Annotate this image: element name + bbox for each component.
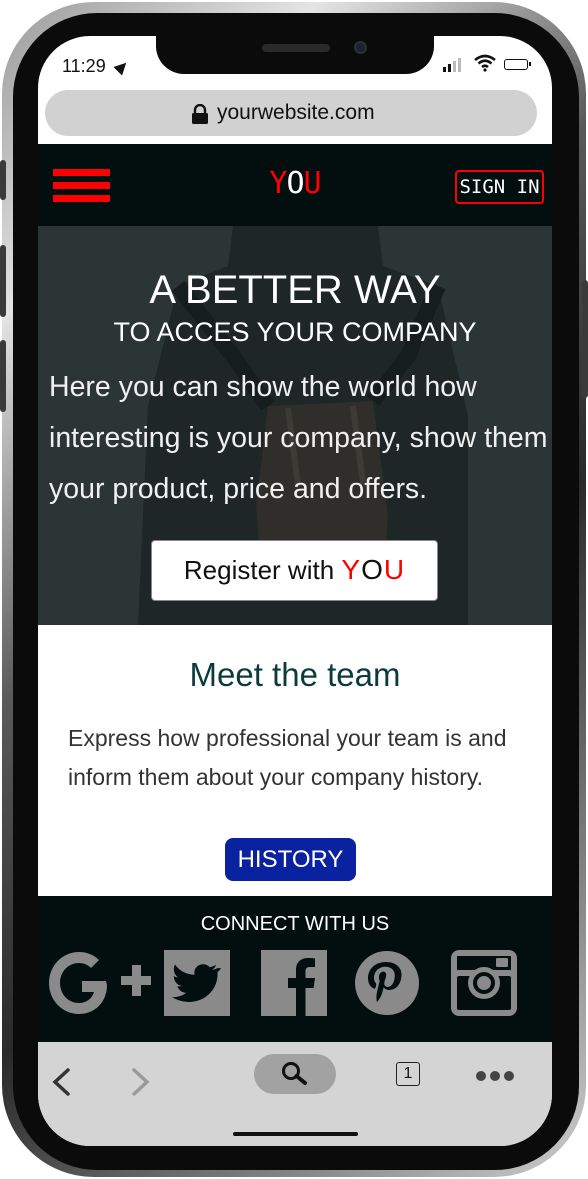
search-icon bbox=[282, 1062, 307, 1085]
volume-up-button bbox=[0, 245, 6, 317]
back-arrow-icon[interactable] bbox=[50, 1067, 72, 1097]
location-arrow-icon bbox=[113, 58, 131, 76]
twitter-icon[interactable] bbox=[164, 950, 230, 1016]
google-plus-icon[interactable] bbox=[48, 950, 152, 1016]
browser-toolbar: 1 bbox=[38, 1042, 552, 1146]
speaker-grille bbox=[262, 44, 330, 52]
power-button bbox=[582, 280, 588, 398]
team-title: Meet the team bbox=[189, 656, 401, 693]
forward-arrow-icon[interactable] bbox=[130, 1067, 152, 1097]
more-options-icon[interactable] bbox=[476, 1068, 518, 1086]
battery-icon bbox=[504, 59, 531, 70]
lock-icon bbox=[192, 104, 208, 124]
search-button[interactable] bbox=[254, 1054, 336, 1094]
status-time: 11:29 bbox=[62, 56, 106, 76]
register-button[interactable]: Register with YOU bbox=[151, 540, 438, 601]
team-description: Express how professional your team is an… bbox=[68, 725, 507, 790]
hero-title: A BETTER WAY bbox=[149, 268, 441, 312]
cellular-signal-icon bbox=[443, 58, 463, 72]
url-text: yourwebsite.com bbox=[217, 101, 375, 124]
hero-section: A BETTER WAY TO ACCES YOUR COMPANY Here … bbox=[38, 226, 552, 625]
wifi-icon bbox=[474, 54, 496, 72]
instagram-icon[interactable] bbox=[451, 950, 517, 1016]
pinterest-icon[interactable] bbox=[354, 950, 420, 1016]
register-label: Register with bbox=[183, 555, 335, 585]
register-brand: YOU bbox=[341, 554, 406, 585]
site-header: YOU SIGN IN bbox=[38, 144, 552, 226]
notch bbox=[156, 36, 434, 74]
front-camera bbox=[354, 41, 367, 54]
history-button[interactable]: HISTORY bbox=[225, 838, 356, 881]
hero-subtitle: TO ACCES YOUR COMPANY bbox=[113, 317, 477, 347]
phone-screen: 11:29 yourwebsite.com YOU SIGN IN A BETT… bbox=[38, 36, 552, 1146]
facebook-icon[interactable] bbox=[261, 950, 327, 1016]
address-bar[interactable]: yourwebsite.com bbox=[45, 90, 537, 136]
hero-description: Here you can show the world how interest… bbox=[49, 371, 548, 505]
sign-in-button[interactable]: SIGN IN bbox=[455, 170, 544, 204]
home-indicator[interactable] bbox=[233, 1132, 358, 1136]
footer-title: CONNECT WITH US bbox=[200, 913, 390, 935]
silent-switch bbox=[0, 160, 6, 200]
tabs-button[interactable]: 1 bbox=[396, 1062, 420, 1086]
site-footer: CONNECT WITH US bbox=[38, 896, 552, 1042]
volume-down-button bbox=[0, 340, 6, 412]
